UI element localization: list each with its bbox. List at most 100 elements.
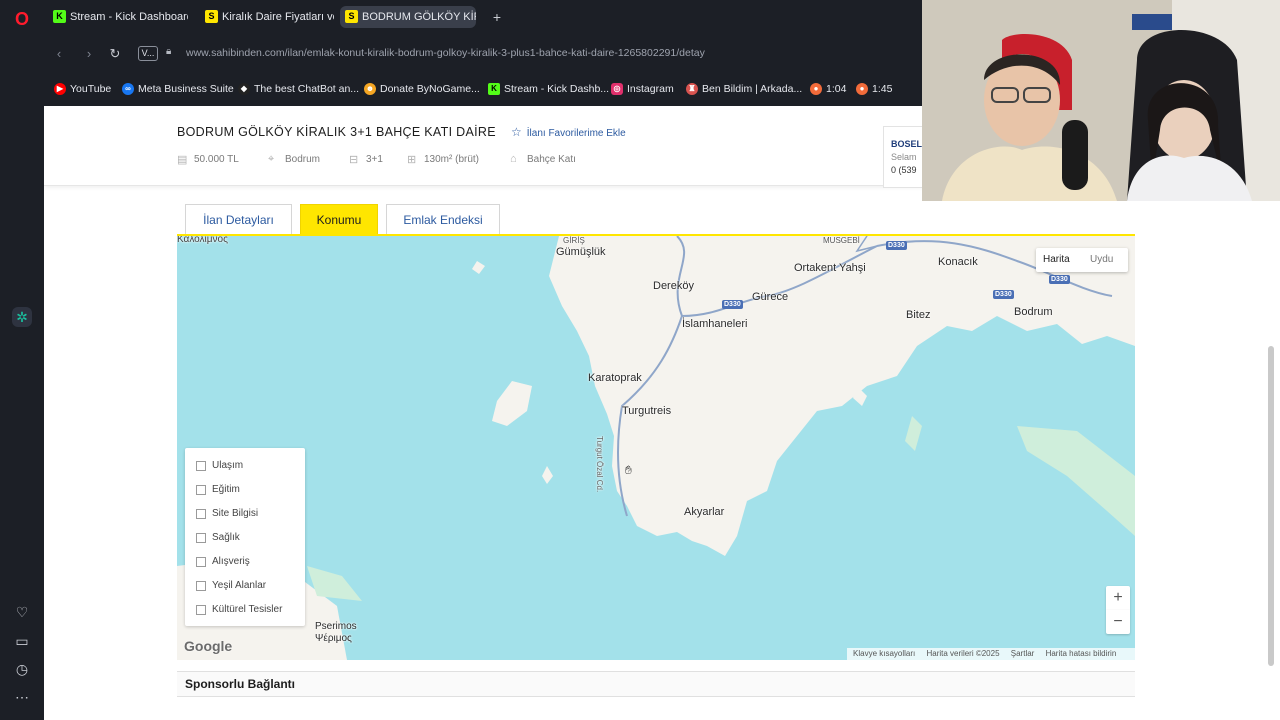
map-view[interactable]: GİRİŞ MUSGEBİ Καλόλιμνος Gümüşlük Derekö… [177, 236, 1135, 660]
map-label-ortakent: Ortakent Yahşi [794, 262, 866, 274]
meta-area: ⊞ 130m² (brüt) [407, 154, 480, 166]
bookmark-instagram[interactable]: ◎ Instagram [611, 81, 674, 97]
opera-logo-icon[interactable]: O [12, 9, 32, 29]
meta-icon: ∞ [122, 83, 134, 95]
layer-education[interactable]: Eğitim [196, 483, 240, 497]
layer-green-areas[interactable]: Yeşil Alanlar [196, 579, 266, 593]
bookmark-ben-bildim[interactable]: ♜ Ben Bildim | Arkada... [686, 81, 802, 97]
meta-rooms: ⊟ 3+1 [349, 154, 383, 166]
tab-real-estate-index[interactable]: Emlak Endeksi [386, 204, 500, 235]
report-error-link[interactable]: Harita hatası bildirin [1046, 649, 1117, 658]
layer-health[interactable]: Sağlık [196, 531, 240, 545]
map-land-shapes [177, 236, 1135, 660]
back-icon[interactable]: ‹ [50, 45, 68, 63]
tab-kiralik-daire[interactable]: S Kiralık Daire Fiyatları ve Ki [200, 6, 334, 28]
keyboard-shortcuts-link[interactable]: Klavye kısayolları [853, 649, 915, 658]
seller-name: BOSEL [891, 139, 923, 149]
tab-location[interactable]: Konumu [300, 204, 378, 235]
layer-cultural[interactable]: Kültürel Tesisler [196, 603, 282, 617]
video-icon: ● [856, 83, 868, 95]
tab-label: Stream - Kick Dashboard [70, 11, 188, 23]
checkbox[interactable] [196, 509, 206, 519]
google-logo: Google [184, 638, 233, 654]
seller-greeting: Selam [891, 152, 917, 162]
tab-kick-dashboard[interactable]: K Stream - Kick Dashboard [48, 6, 188, 28]
zoom-in-button[interactable]: + [1106, 586, 1130, 610]
map-label-kalolimnos: Καλόλιμνος [177, 236, 228, 245]
map-label-gurece: Gürece [752, 291, 789, 303]
screen-icon[interactable]: ▭ [12, 631, 32, 651]
hand-cursor-icon: ✋︎ [625, 463, 632, 477]
diamond-icon: ◆ [238, 83, 250, 95]
bookmark-video-1[interactable]: ● 1:04 [810, 81, 846, 97]
tab-label: BODRUM GÖLKÖY KİRALI [362, 11, 476, 23]
zoom-out-button[interactable]: − [1106, 610, 1130, 634]
address-bar-row: ‹ › ↻ V... 🔒︎ www.sahibinden.com/ilan/em… [44, 36, 924, 72]
map-label-derekoy: Dereköy [653, 280, 694, 292]
map-label-gumusluk: Gümüşlük [556, 246, 606, 258]
checkbox[interactable] [196, 557, 206, 567]
map-type-satellite-button[interactable]: Uydu [1090, 254, 1113, 265]
forward-icon[interactable]: › [80, 45, 98, 63]
map-label-akyarlar: Akyarlar [684, 506, 725, 518]
webcam-image [922, 0, 1280, 201]
poi-layer-panel: Ulaşım Eğitim Site Bilgisi Sağlık Alışve… [185, 448, 305, 626]
tab-listing-details[interactable]: İlan Detayları [185, 204, 292, 235]
more-icon[interactable]: ⋯ [12, 687, 32, 707]
map-label-pserimos-greek: Ψέριμος [315, 633, 352, 644]
checkbox[interactable] [196, 485, 206, 495]
sahibinden-icon: S [205, 10, 218, 23]
checkbox[interactable] [196, 533, 206, 543]
listing-title: BODRUM GÖLKÖY KİRALIK 3+1 BAHÇE KATI DAİ… [177, 125, 496, 139]
layer-transport[interactable]: Ulaşım [196, 459, 243, 473]
layer-site-info[interactable]: Site Bilgisi [196, 507, 258, 521]
layer-shopping[interactable]: Alışveriş [196, 555, 250, 569]
sahibinden-icon: S [345, 10, 358, 23]
bookmark-chatbot[interactable]: ◆ The best ChatBot an... [238, 81, 359, 97]
reload-icon[interactable]: ↻ [106, 45, 124, 63]
map-data-text: Harita verileri ©2025 [926, 649, 1000, 658]
bookmark-favicon-icon: ♜ [686, 83, 698, 95]
video-icon: ● [810, 83, 822, 95]
checkbox[interactable] [196, 461, 206, 471]
price-icon: ▤ [177, 154, 188, 166]
map-label-bitez: Bitez [906, 309, 931, 321]
map-label-ozal-street: Turgut Özal Cd. [595, 436, 604, 493]
bookmark-bynogame[interactable]: ☻ Donate ByNoGame... [364, 81, 480, 97]
meta-location: ⌖ Bodrum [268, 153, 321, 165]
location-pin-icon: ⌖ [268, 153, 275, 165]
seller-phone: 0 (539 [891, 165, 917, 175]
map-label-turgutreis: Turgutreis [622, 405, 672, 417]
road-shield-d330: D330 [722, 300, 743, 309]
url-text[interactable]: www.sahibinden.com/ilan/emlak-konut-kira… [186, 47, 705, 59]
meta-floor: ⌂ Bahçe Katı [510, 153, 576, 165]
tab-strip: K Stream - Kick Dashboard S Kiralık Dair… [44, 0, 924, 36]
instagram-icon: ◎ [611, 83, 623, 95]
map-type-map-button[interactable]: Harita [1043, 254, 1070, 265]
history-icon[interactable]: ◷ [12, 659, 32, 679]
bookmark-video-2[interactable]: ● 1:45 [856, 81, 892, 97]
new-tab-button[interactable]: + [488, 8, 506, 26]
map-label-konacik: Konacık [938, 256, 978, 268]
bookmark-meta[interactable]: ∞ Meta Business Suite [122, 81, 234, 97]
url-bar[interactable]: V... 🔒︎ www.sahibinden.com/ilan/emlak-ko… [136, 43, 920, 65]
add-favorite-link[interactable]: ☆ İlanı Favorilerime Ekle [511, 125, 626, 139]
lock-icon[interactable]: 🔒︎ [166, 46, 171, 57]
sponsored-links-heading: Sponsorlu Bağlantı [177, 671, 1135, 697]
heart-icon[interactable]: ♡ [12, 602, 32, 622]
bed-icon: ⊟ [349, 154, 359, 166]
page-scrollbar[interactable] [1268, 346, 1274, 666]
bookmarks-bar: ▶ YouTube ∞ Meta Business Suite ◆ The best … [44, 76, 924, 102]
chatgpt-icon[interactable]: ✲ [12, 307, 32, 327]
youtube-icon: ▶ [54, 83, 66, 95]
seller-box[interactable]: BOSEL Selam 0 (539 [883, 126, 923, 188]
checkbox[interactable] [196, 581, 206, 591]
map-label-karatoprak: Karatoprak [588, 372, 642, 384]
terms-link[interactable]: Şartlar [1011, 649, 1035, 658]
bookmark-youtube[interactable]: ▶ YouTube [54, 81, 111, 97]
vpn-badge[interactable]: V... [138, 46, 158, 61]
checkbox[interactable] [196, 605, 206, 615]
bookmark-kick[interactable]: K Stream - Kick Dashb... [488, 81, 609, 97]
tab-bodrum-golkoy[interactable]: S BODRUM GÖLKÖY KİRALI [340, 6, 476, 28]
map-label-giris: GİRİŞ [563, 236, 585, 245]
